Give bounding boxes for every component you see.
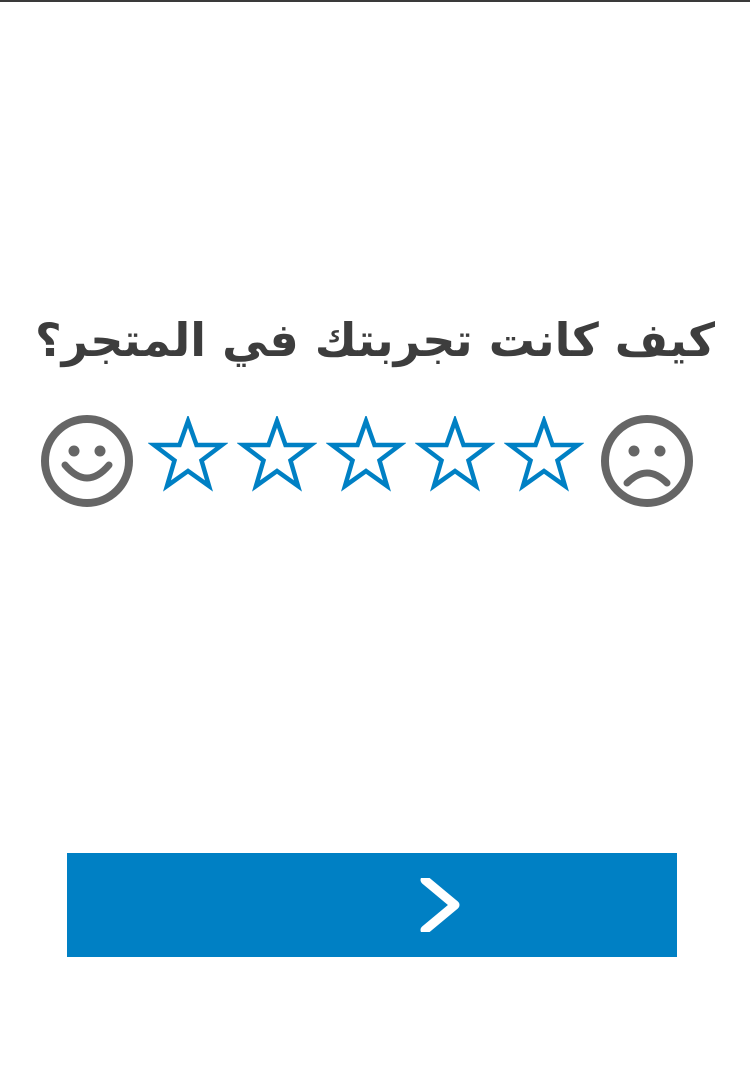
rating-star-1[interactable] [148, 416, 228, 496]
happy-face-icon [41, 415, 133, 507]
rating-star-2[interactable] [237, 416, 317, 496]
rating-star-5[interactable] [504, 416, 584, 496]
sad-face-icon [601, 415, 693, 507]
rating-star-3[interactable] [326, 416, 406, 496]
rating-scale [0, 413, 750, 509]
top-divider [0, 0, 750, 2]
survey-question: كيف كانت تجربتك في المتجر؟ [34, 313, 716, 367]
rating-star-4[interactable] [415, 416, 495, 496]
next-button[interactable] [67, 853, 677, 957]
chevron-right-icon [420, 878, 460, 932]
